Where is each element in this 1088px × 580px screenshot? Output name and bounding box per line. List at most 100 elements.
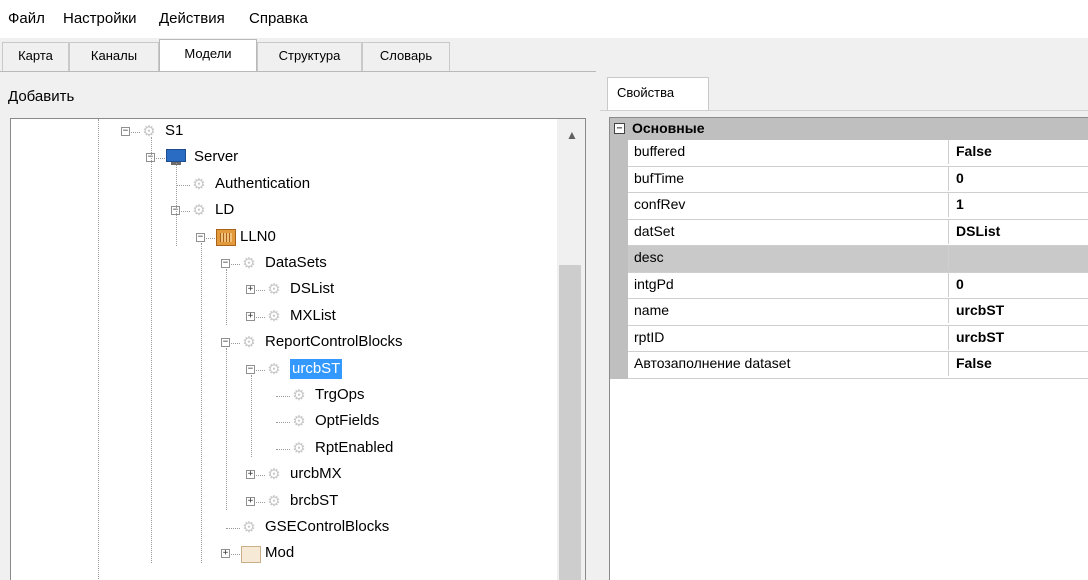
property-name: datSet [634, 222, 675, 239]
property-name: name [634, 302, 670, 318]
property-row[interactable]: rptID urcbST [628, 325, 1088, 352]
tree-node-label: MXList [290, 306, 336, 324]
property-row[interactable]: confRev 1 [628, 193, 1088, 220]
scroll-thumb[interactable] [559, 265, 581, 580]
property-name: confRev [634, 196, 686, 212]
tree-node[interactable]: + Mod [11, 543, 559, 565]
tree-node-label: Authentication [215, 174, 311, 192]
collapse-icon[interactable]: − [221, 259, 230, 268]
tree-node[interactable]: + ⚙ DSList [11, 279, 559, 301]
property-value[interactable]: 0 [956, 276, 964, 292]
collapse-icon[interactable]: − [246, 364, 255, 374]
property-row[interactable]: desc [628, 246, 1088, 273]
tree-connector [226, 528, 240, 529]
scroll-up-arrow-icon[interactable]: ▲ [566, 129, 578, 141]
main-tab-strip: Карта Каналы Модели Структура Словарь [0, 38, 1088, 72]
tree-node-label: urcbMX [290, 465, 342, 483]
gear-icon: ⚙ [242, 519, 256, 536]
tree-node[interactable]: ⚙ TrgOps [11, 385, 559, 407]
collapse-icon[interactable]: − [614, 123, 625, 134]
tab-models[interactable]: Модели [159, 39, 257, 72]
tree-node-label: Server [194, 148, 239, 166]
gear-icon: ⚙ [267, 466, 281, 484]
menu-file[interactable]: Файл [8, 10, 45, 27]
menu-actions[interactable]: Действия [159, 10, 225, 27]
tree-node[interactable]: + ⚙ urcbMX [11, 464, 559, 486]
property-value[interactable]: DSList [956, 223, 1000, 239]
tree-guide-line [201, 242, 202, 563]
tab-dictionary[interactable]: Словарь [362, 42, 450, 71]
tree-node[interactable]: ⚙ Authentication [11, 174, 559, 196]
gear-icon: ⚙ [242, 334, 256, 352]
tree-connector [176, 184, 190, 186]
gear-icon: ⚙ [267, 492, 281, 510]
expand-icon[interactable]: + [246, 470, 255, 480]
tree-node[interactable]: + ⚙ MXList [11, 306, 559, 328]
menu-help[interactable]: Справка [249, 10, 308, 27]
tree-guide-line [226, 348, 227, 510]
collapse-icon[interactable]: − [221, 338, 230, 348]
tab-properties[interactable]: Свойства [607, 77, 709, 111]
tree-node[interactable]: − ⚙ LD [11, 200, 559, 222]
tree-node-label: brcbST [290, 491, 339, 509]
expand-icon[interactable]: + [221, 549, 230, 559]
property-row[interactable]: datSet DSList [628, 219, 1088, 246]
folder-icon [241, 546, 261, 564]
property-name: desc [634, 249, 664, 265]
category-label: Основные [632, 120, 705, 136]
property-value[interactable]: False [956, 143, 992, 159]
column-divider [948, 352, 949, 376]
expand-icon[interactable]: + [246, 311, 255, 321]
property-value[interactable]: urcbST [956, 329, 1004, 345]
collapse-icon[interactable]: − [196, 232, 205, 242]
property-row[interactable]: intgPd 0 [628, 272, 1088, 299]
column-divider [948, 272, 949, 297]
column-divider [948, 219, 949, 244]
gear-icon: ⚙ [192, 175, 206, 193]
tree-node-label: S1 [165, 122, 184, 139]
column-divider [948, 299, 949, 323]
model-tree[interactable]: ▲ − ⚙ S1− Server ⚙ Authentication − ⚙ LD − LLN0− ⚙ D… [10, 118, 586, 580]
tree-node[interactable]: ⚙ GSEControlBlocks [11, 517, 559, 539]
column-divider [948, 246, 949, 270]
menu-bar: Файл Настройки Действия Справка [0, 0, 1088, 38]
property-row[interactable]: name urcbST [628, 299, 1088, 326]
tree-node[interactable]: − ⚙ S1 [11, 121, 559, 143]
menu-settings[interactable]: Настройки [63, 10, 137, 27]
tab-structure[interactable]: Структура [257, 42, 362, 71]
property-value[interactable]: False [956, 355, 992, 371]
collapse-icon[interactable]: − [121, 127, 130, 136]
tab-map[interactable]: Карта [2, 42, 69, 71]
tree-connector [276, 448, 290, 450]
tree-node-label: RptEnabled [315, 438, 394, 456]
tree-node[interactable]: − Server [11, 147, 559, 169]
property-row[interactable]: Автозаполнение dataset False [628, 352, 1088, 379]
property-value[interactable]: 1 [956, 196, 964, 212]
property-row[interactable]: bufTime 0 [628, 166, 1088, 193]
tree-node[interactable]: ⚙ OptFields [11, 411, 559, 433]
tree-node[interactable]: − ⚙ ReportControlBlocks [11, 332, 559, 354]
tree-node-label: LD [215, 201, 235, 219]
tab-underline [600, 110, 1088, 111]
tree-node[interactable]: − ⚙ DataSets [11, 253, 559, 275]
tree-guide-line [226, 269, 227, 325]
add-button[interactable]: Добавить [8, 88, 74, 105]
tree-guide-line [251, 374, 252, 457]
property-value[interactable]: 0 [956, 170, 964, 186]
tree-node-label: DSList [290, 280, 335, 298]
column-divider [948, 166, 949, 191]
tree-node[interactable]: ⚙ RptEnabled [11, 438, 559, 460]
property-value[interactable]: urcbST [956, 302, 1004, 318]
expand-icon[interactable]: + [246, 285, 255, 295]
gear-icon: ⚙ [142, 123, 156, 140]
tree-connector [276, 396, 290, 397]
property-name: rptID [634, 328, 665, 345]
tree-node[interactable]: − ⚙ urcbST [11, 358, 559, 381]
tree-node[interactable]: − LLN0 [11, 227, 559, 249]
expand-icon[interactable]: + [246, 496, 255, 506]
tab-channels[interactable]: Каналы [69, 42, 159, 71]
property-row[interactable]: buffered False [628, 140, 1088, 167]
tree-node[interactable]: + ⚙ brcbST [11, 491, 559, 513]
tree-scrollbar[interactable]: ▲ [557, 119, 585, 580]
category-row[interactable]: − Основные [610, 118, 1088, 140]
